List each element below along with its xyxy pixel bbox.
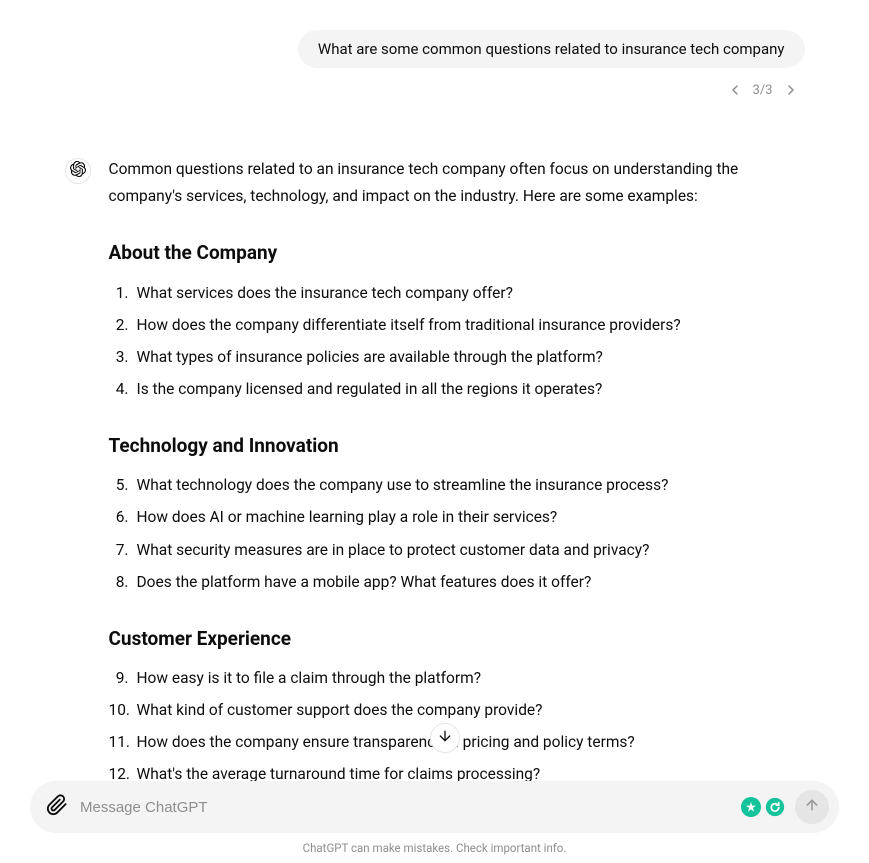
assistant-message: Common questions related to an insurance… <box>109 156 805 785</box>
list-item-text: Is the company licensed and regulated in… <box>137 376 603 403</box>
list-item-text: How does the company differentiate itsel… <box>137 312 681 339</box>
list-item-text: What services does the insurance tech co… <box>137 280 513 307</box>
section-list: 9.How easy is it to file a claim through… <box>109 665 805 785</box>
arrow-down-icon <box>437 728 453 748</box>
list-item: 7.What security measures are in place to… <box>109 537 805 564</box>
section-list: 5.What technology does the company use t… <box>109 472 805 596</box>
list-item-number: 3. <box>109 344 137 371</box>
list-item: 8.Does the platform have a mobile app? W… <box>109 569 805 596</box>
assistant-intro: Common questions related to an insurance… <box>109 156 805 210</box>
list-item-number: 2. <box>109 312 137 339</box>
list-item-text: Does the platform have a mobile app? Wha… <box>137 569 592 596</box>
chat-area: What are some common questions related t… <box>0 0 869 785</box>
openai-logo-icon <box>70 161 86 181</box>
user-message: What are some common questions related t… <box>298 30 805 68</box>
message-pagination: 3/3 <box>65 82 799 98</box>
list-item-text: What technology does the company use to … <box>137 472 669 499</box>
grammarly-icon[interactable] <box>765 797 785 817</box>
list-item: 4.Is the company licensed and regulated … <box>109 376 805 403</box>
paperclip-icon <box>46 794 68 820</box>
message-input[interactable] <box>80 799 731 816</box>
list-item: 10.What kind of customer support does th… <box>109 697 805 724</box>
assistant-avatar <box>65 158 91 184</box>
arrow-up-icon <box>804 797 820 817</box>
conversation: What are some common questions related t… <box>35 0 835 785</box>
attach-button[interactable] <box>44 794 70 820</box>
list-item-number: 1. <box>109 280 137 307</box>
section-heading: Customer Experience <box>109 622 805 655</box>
list-item: 9.How easy is it to file a claim through… <box>109 665 805 692</box>
list-item-text: What security measures are in place to p… <box>137 537 650 564</box>
send-button[interactable] <box>795 790 829 824</box>
section-heading: About the Company <box>109 236 805 269</box>
composer-area: ChatGPT can make mistakes. Check importa… <box>0 781 869 863</box>
assistant-message-row: Common questions related to an insurance… <box>65 156 805 785</box>
extension-icon[interactable] <box>741 797 761 817</box>
list-item-text: What types of insurance policies are ava… <box>137 344 603 371</box>
list-item: 2.How does the company differentiate its… <box>109 312 805 339</box>
pagination-label: 3/3 <box>753 83 773 98</box>
user-message-row: What are some common questions related t… <box>65 30 805 68</box>
scroll-to-bottom-button[interactable] <box>430 723 460 753</box>
list-item: 6.How does AI or machine learning play a… <box>109 504 805 531</box>
list-item-text: How easy is it to file a claim through t… <box>137 665 482 692</box>
section-list: 1.What services does the insurance tech … <box>109 280 805 404</box>
extension-icons <box>741 797 785 817</box>
list-item-number: 8. <box>109 569 137 596</box>
list-item-number: 10. <box>109 697 137 724</box>
list-item-number: 4. <box>109 376 137 403</box>
disclaimer-text: ChatGPT can make mistakes. Check importa… <box>30 841 839 855</box>
list-item: 5.What technology does the company use t… <box>109 472 805 499</box>
next-message-button[interactable] <box>783 82 799 98</box>
list-item-number: 9. <box>109 665 137 692</box>
list-item-text: How does the company ensure transparency… <box>137 729 635 756</box>
list-item-number: 5. <box>109 472 137 499</box>
list-item: 1.What services does the insurance tech … <box>109 280 805 307</box>
section-heading: Technology and Innovation <box>109 429 805 462</box>
list-item-number: 6. <box>109 504 137 531</box>
list-item-number: 11. <box>109 729 137 756</box>
prev-message-button[interactable] <box>727 82 743 98</box>
list-item: 3.What types of insurance policies are a… <box>109 344 805 371</box>
message-composer <box>30 781 839 833</box>
list-item-text: What kind of customer support does the c… <box>137 697 543 724</box>
list-item-text: How does AI or machine learning play a r… <box>137 504 558 531</box>
list-item-number: 7. <box>109 537 137 564</box>
